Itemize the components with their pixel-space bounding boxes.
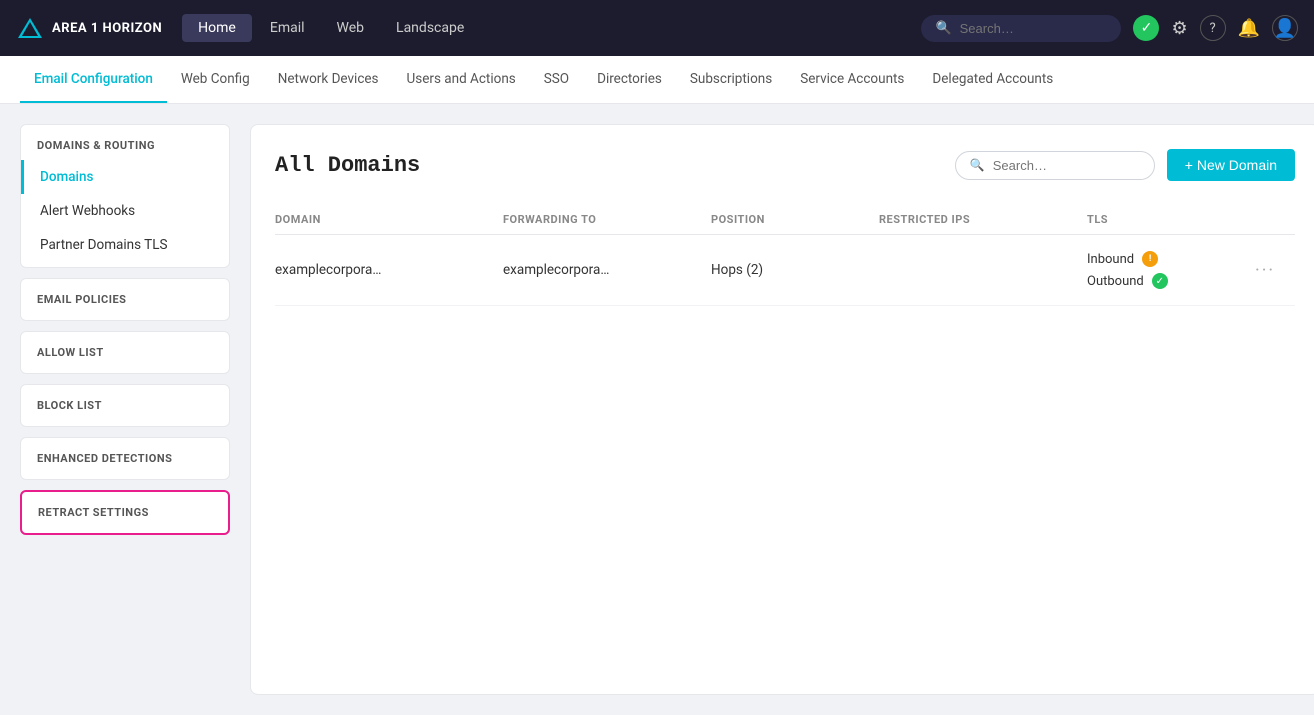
nav-home[interactable]: Home — [182, 14, 252, 42]
cell-domain: examplecorpora… — [275, 262, 495, 278]
col-header-domain: DOMAIN — [275, 213, 495, 226]
tls-outbound-row: Outbound ✓ — [1087, 273, 1247, 289]
sidebar-item-partner-domains-tls[interactable]: Partner Domains TLS — [21, 228, 229, 267]
cell-position: Hops (2) — [711, 262, 871, 278]
subnav-delegated-accounts[interactable]: Delegated Accounts — [918, 57, 1067, 103]
page-title: All Domains — [275, 153, 420, 178]
tls-outbound-ok-icon: ✓ — [1152, 273, 1168, 289]
col-header-forwarding: FORWARDING TO — [503, 213, 703, 226]
top-nav-links: Home Email Web Landscape — [182, 14, 901, 42]
nav-web[interactable]: Web — [323, 14, 379, 42]
app-name: AREA 1 HORIZON — [52, 21, 162, 36]
sidebar-email-policies[interactable]: EMAIL POLICIES — [20, 278, 230, 321]
tls-outbound-label: Outbound — [1087, 274, 1144, 289]
tls-inbound-label: Inbound — [1087, 252, 1134, 267]
cell-tls: Inbound ! Outbound ✓ — [1087, 251, 1247, 289]
domains-table: DOMAIN FORWARDING TO POSITION RESTRICTED… — [275, 205, 1295, 306]
new-domain-button[interactable]: + New Domain — [1167, 149, 1295, 181]
sidebar-enhanced-detections[interactable]: ENHANCED DETECTIONS — [20, 437, 230, 480]
search-input[interactable] — [960, 21, 1108, 36]
logo-area: AREA 1 HORIZON — [16, 14, 162, 42]
subnav-directories[interactable]: Directories — [583, 57, 676, 103]
domain-search-input[interactable] — [993, 158, 1140, 173]
user-icon[interactable]: 👤 — [1272, 15, 1298, 41]
subnav-users-actions[interactable]: Users and Actions — [393, 57, 530, 103]
content-area: All Domains 🔍 + New Domain DOMAIN FORWAR… — [250, 124, 1314, 695]
nav-email[interactable]: Email — [256, 14, 319, 42]
tls-inbound-warning-icon: ! — [1142, 251, 1158, 267]
sidebar-item-alert-webhooks[interactable]: Alert Webhooks — [21, 194, 229, 228]
col-header-actions — [1255, 213, 1295, 226]
tls-inbound-row: Inbound ! — [1087, 251, 1247, 267]
row-more-button[interactable]: ··· — [1255, 260, 1295, 281]
top-nav: AREA 1 HORIZON Home Email Web Landscape … — [0, 0, 1314, 56]
shield-status-icon: ✓ — [1133, 15, 1159, 41]
sidebar: DOMAINS & ROUTING Domains Alert Webhooks… — [20, 124, 230, 695]
gear-icon[interactable]: ⚙ — [1171, 18, 1187, 39]
subnav-network-devices[interactable]: Network Devices — [264, 57, 393, 103]
search-icon: 🔍 — [935, 21, 951, 36]
sidebar-section-title-domains: DOMAINS & ROUTING — [21, 125, 229, 160]
content-header-right: 🔍 + New Domain — [955, 149, 1295, 181]
nav-landscape[interactable]: Landscape — [382, 14, 478, 42]
sidebar-block-list[interactable]: BLOCK LIST — [20, 384, 230, 427]
subnav-email-config[interactable]: Email Configuration — [20, 57, 167, 103]
domain-search[interactable]: 🔍 — [955, 151, 1155, 180]
table-header-row: DOMAIN FORWARDING TO POSITION RESTRICTED… — [275, 205, 1295, 235]
col-header-tls: TLS — [1087, 213, 1247, 226]
bell-icon[interactable]: 🔔 — [1238, 18, 1260, 39]
logo-icon — [16, 14, 44, 42]
main-layout: DOMAINS & ROUTING Domains Alert Webhooks… — [0, 104, 1314, 715]
col-header-restricted-ips: RESTRICTED IPS — [879, 213, 1079, 226]
sidebar-retract-settings[interactable]: RETRACT SETTINGS — [20, 490, 230, 535]
help-icon[interactable]: ? — [1200, 15, 1226, 41]
table-row: examplecorpora… examplecorpora… Hops (2)… — [275, 235, 1295, 306]
domain-search-icon: 🔍 — [970, 158, 985, 172]
sidebar-domains-routing: DOMAINS & ROUTING Domains Alert Webhooks… — [20, 124, 230, 268]
top-search[interactable]: 🔍 — [921, 15, 1121, 42]
col-header-position: POSITION — [711, 213, 871, 226]
sidebar-allow-list[interactable]: ALLOW LIST — [20, 331, 230, 374]
sidebar-item-domains[interactable]: Domains — [21, 160, 229, 194]
subnav-service-accounts[interactable]: Service Accounts — [786, 57, 918, 103]
subnav-web-config[interactable]: Web Config — [167, 57, 264, 103]
subnav-sso[interactable]: SSO — [530, 57, 583, 103]
subnav-subscriptions[interactable]: Subscriptions — [676, 57, 786, 103]
content-header: All Domains 🔍 + New Domain — [275, 149, 1295, 181]
sub-nav: Email Configuration Web Config Network D… — [0, 56, 1314, 104]
cell-forwarding: examplecorpora… — [503, 262, 703, 278]
top-nav-right: 🔍 ✓ ⚙ ? 🔔 👤 — [921, 15, 1298, 42]
